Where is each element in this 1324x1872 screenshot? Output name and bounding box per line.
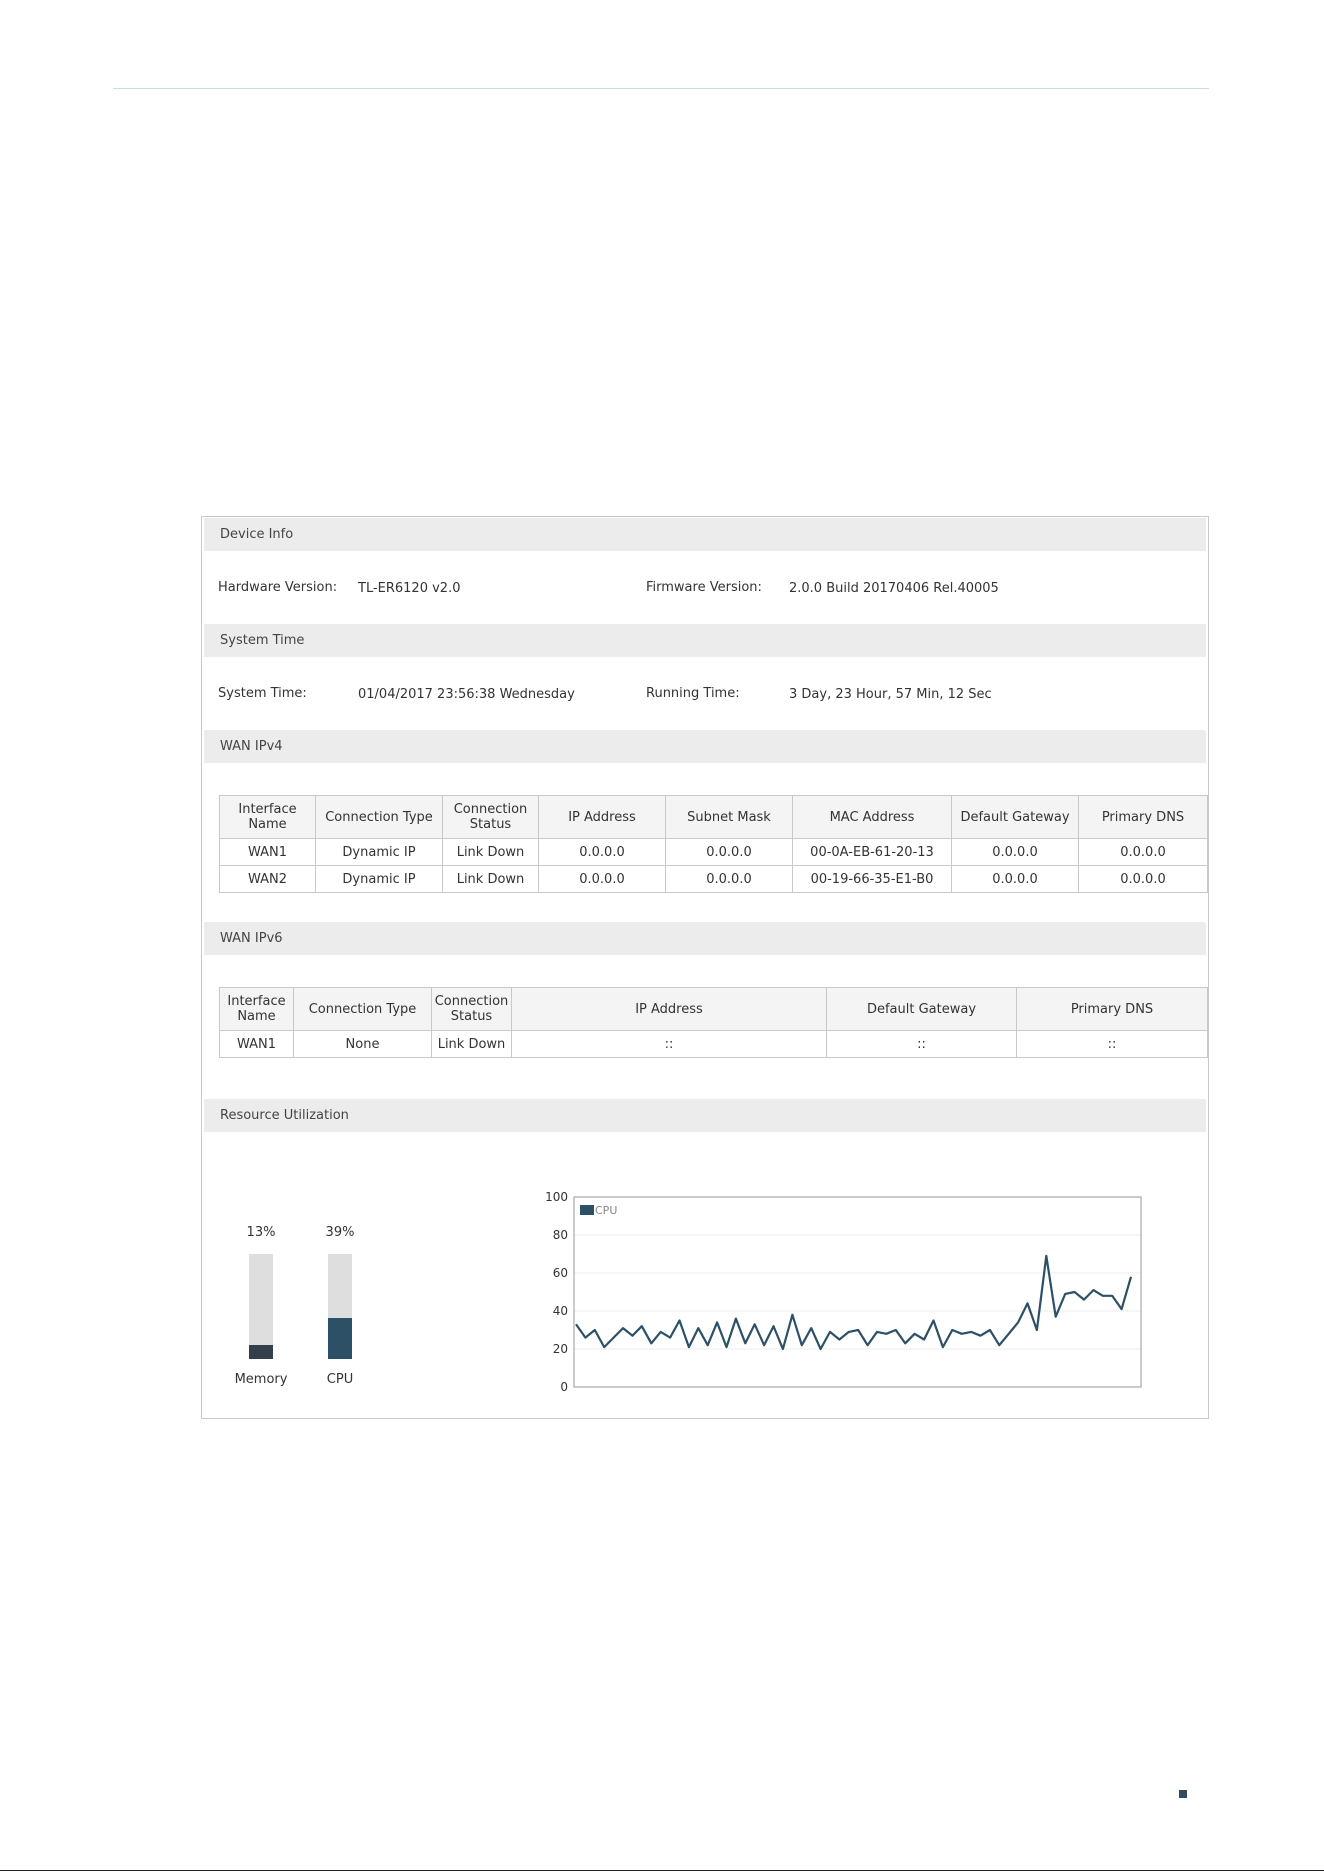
wan-ipv6-header: WAN IPv6 [204, 922, 1206, 955]
column-header: Subnet Mask [665, 795, 793, 839]
memory-usage-bar [249, 1254, 273, 1359]
table-header-row: Interface Name Connection Type Connectio… [219, 987, 1208, 1031]
table-row: WAN1 None Link Down :: :: :: [219, 1030, 1208, 1058]
wan-ipv6-table: Interface Name Connection Type Connectio… [219, 987, 1208, 1058]
table-cell: 0.0.0.0 [1078, 838, 1208, 866]
system-time-label: System Time: [218, 686, 307, 701]
memory-percent: 13% [246, 1225, 276, 1240]
hardware-version-value: TL-ER6120 v2.0 [358, 581, 461, 596]
wan-ipv4-header: WAN IPv4 [204, 730, 1206, 763]
y-tick-label: 80 [553, 1228, 568, 1242]
top-rule [113, 88, 1209, 89]
device-info-header: Device Info [204, 518, 1206, 551]
cpu-series-line [575, 1254, 1133, 1351]
page-marker [1179, 1790, 1187, 1798]
table-row: WAN2 Dynamic IP Link Down 0.0.0.0 0.0.0.… [219, 865, 1208, 893]
table-cell: 0.0.0.0 [665, 838, 793, 866]
table-row: WAN1 Dynamic IP Link Down 0.0.0.0 0.0.0.… [219, 838, 1208, 866]
column-header: Connection Type [293, 987, 432, 1031]
y-tick-label: 100 [545, 1190, 568, 1204]
table-cell: 0.0.0.0 [951, 865, 1079, 893]
y-tick-label: 0 [560, 1380, 568, 1394]
table-cell: :: [826, 1030, 1017, 1058]
hardware-version-label: Hardware Version: [218, 580, 338, 595]
table-header-row: Interface Name Connection Type Connectio… [219, 795, 1208, 839]
resource-utilization-header: Resource Utilization [204, 1099, 1206, 1132]
table-cell: :: [511, 1030, 827, 1058]
table-cell: 00-19-66-35-E1-B0 [792, 865, 952, 893]
column-header: Primary DNS [1016, 987, 1208, 1031]
column-header: IP Address [511, 987, 827, 1031]
column-header: IP Address [538, 795, 666, 839]
firmware-version-value: 2.0.0 Build 20170406 Rel.40005 [789, 581, 999, 596]
table-cell: Link Down [442, 865, 539, 893]
running-time-label: Running Time: [646, 686, 740, 701]
cpu-line-chart: 0 20 40 60 80 100 CPU [545, 1190, 1142, 1394]
status-panel: Device Info Hardware Version: TL-ER6120 … [201, 516, 1209, 1419]
column-header: Connection Status [431, 987, 512, 1031]
table-cell: Dynamic IP [315, 838, 443, 866]
column-header: Interface Name [219, 795, 316, 839]
table-cell: Dynamic IP [315, 865, 443, 893]
column-header: MAC Address [792, 795, 952, 839]
table-cell: None [293, 1030, 432, 1058]
table-cell: :: [1016, 1030, 1208, 1058]
bottom-rule [0, 1870, 1324, 1871]
table-cell: 00-0A-EB-61-20-13 [792, 838, 952, 866]
wan-ipv4-table: Interface Name Connection Type Connectio… [219, 795, 1208, 893]
column-header: Interface Name [219, 987, 294, 1031]
y-tick-label: 40 [553, 1304, 568, 1318]
table-cell: WAN2 [219, 865, 316, 893]
column-header: Connection Type [315, 795, 443, 839]
legend-swatch [580, 1205, 594, 1215]
y-tick-label: 20 [553, 1342, 568, 1356]
firmware-version-label: Firmware Version: [646, 580, 762, 595]
plot-frame [573, 1196, 1142, 1388]
table-cell: Link Down [442, 838, 539, 866]
table-cell: 0.0.0.0 [1078, 865, 1208, 893]
table-cell: 0.0.0.0 [538, 838, 666, 866]
system-time-header: System Time [204, 624, 1206, 657]
table-cell: 0.0.0.0 [538, 865, 666, 893]
system-time-value: 01/04/2017 23:56:38 Wednesday [358, 687, 575, 702]
memory-label: Memory [234, 1372, 288, 1387]
running-time-value: 3 Day, 23 Hour, 57 Min, 12 Sec [789, 687, 992, 702]
table-cell: 0.0.0.0 [665, 865, 793, 893]
cpu-label: CPU [326, 1372, 354, 1387]
table-cell: Link Down [431, 1030, 512, 1058]
cpu-usage-fill [328, 1318, 352, 1359]
column-header: Default Gateway [951, 795, 1079, 839]
memory-usage-fill [249, 1345, 273, 1359]
table-cell: 0.0.0.0 [951, 838, 1079, 866]
column-header: Default Gateway [826, 987, 1017, 1031]
table-cell: WAN1 [219, 1030, 294, 1058]
y-tick-label: 60 [553, 1266, 568, 1280]
cpu-percent: 39% [325, 1225, 355, 1240]
column-header: Primary DNS [1078, 795, 1208, 839]
column-header: Connection Status [442, 795, 539, 839]
table-cell: WAN1 [219, 838, 316, 866]
legend-label: CPU [595, 1204, 617, 1217]
cpu-usage-bar [328, 1254, 352, 1359]
